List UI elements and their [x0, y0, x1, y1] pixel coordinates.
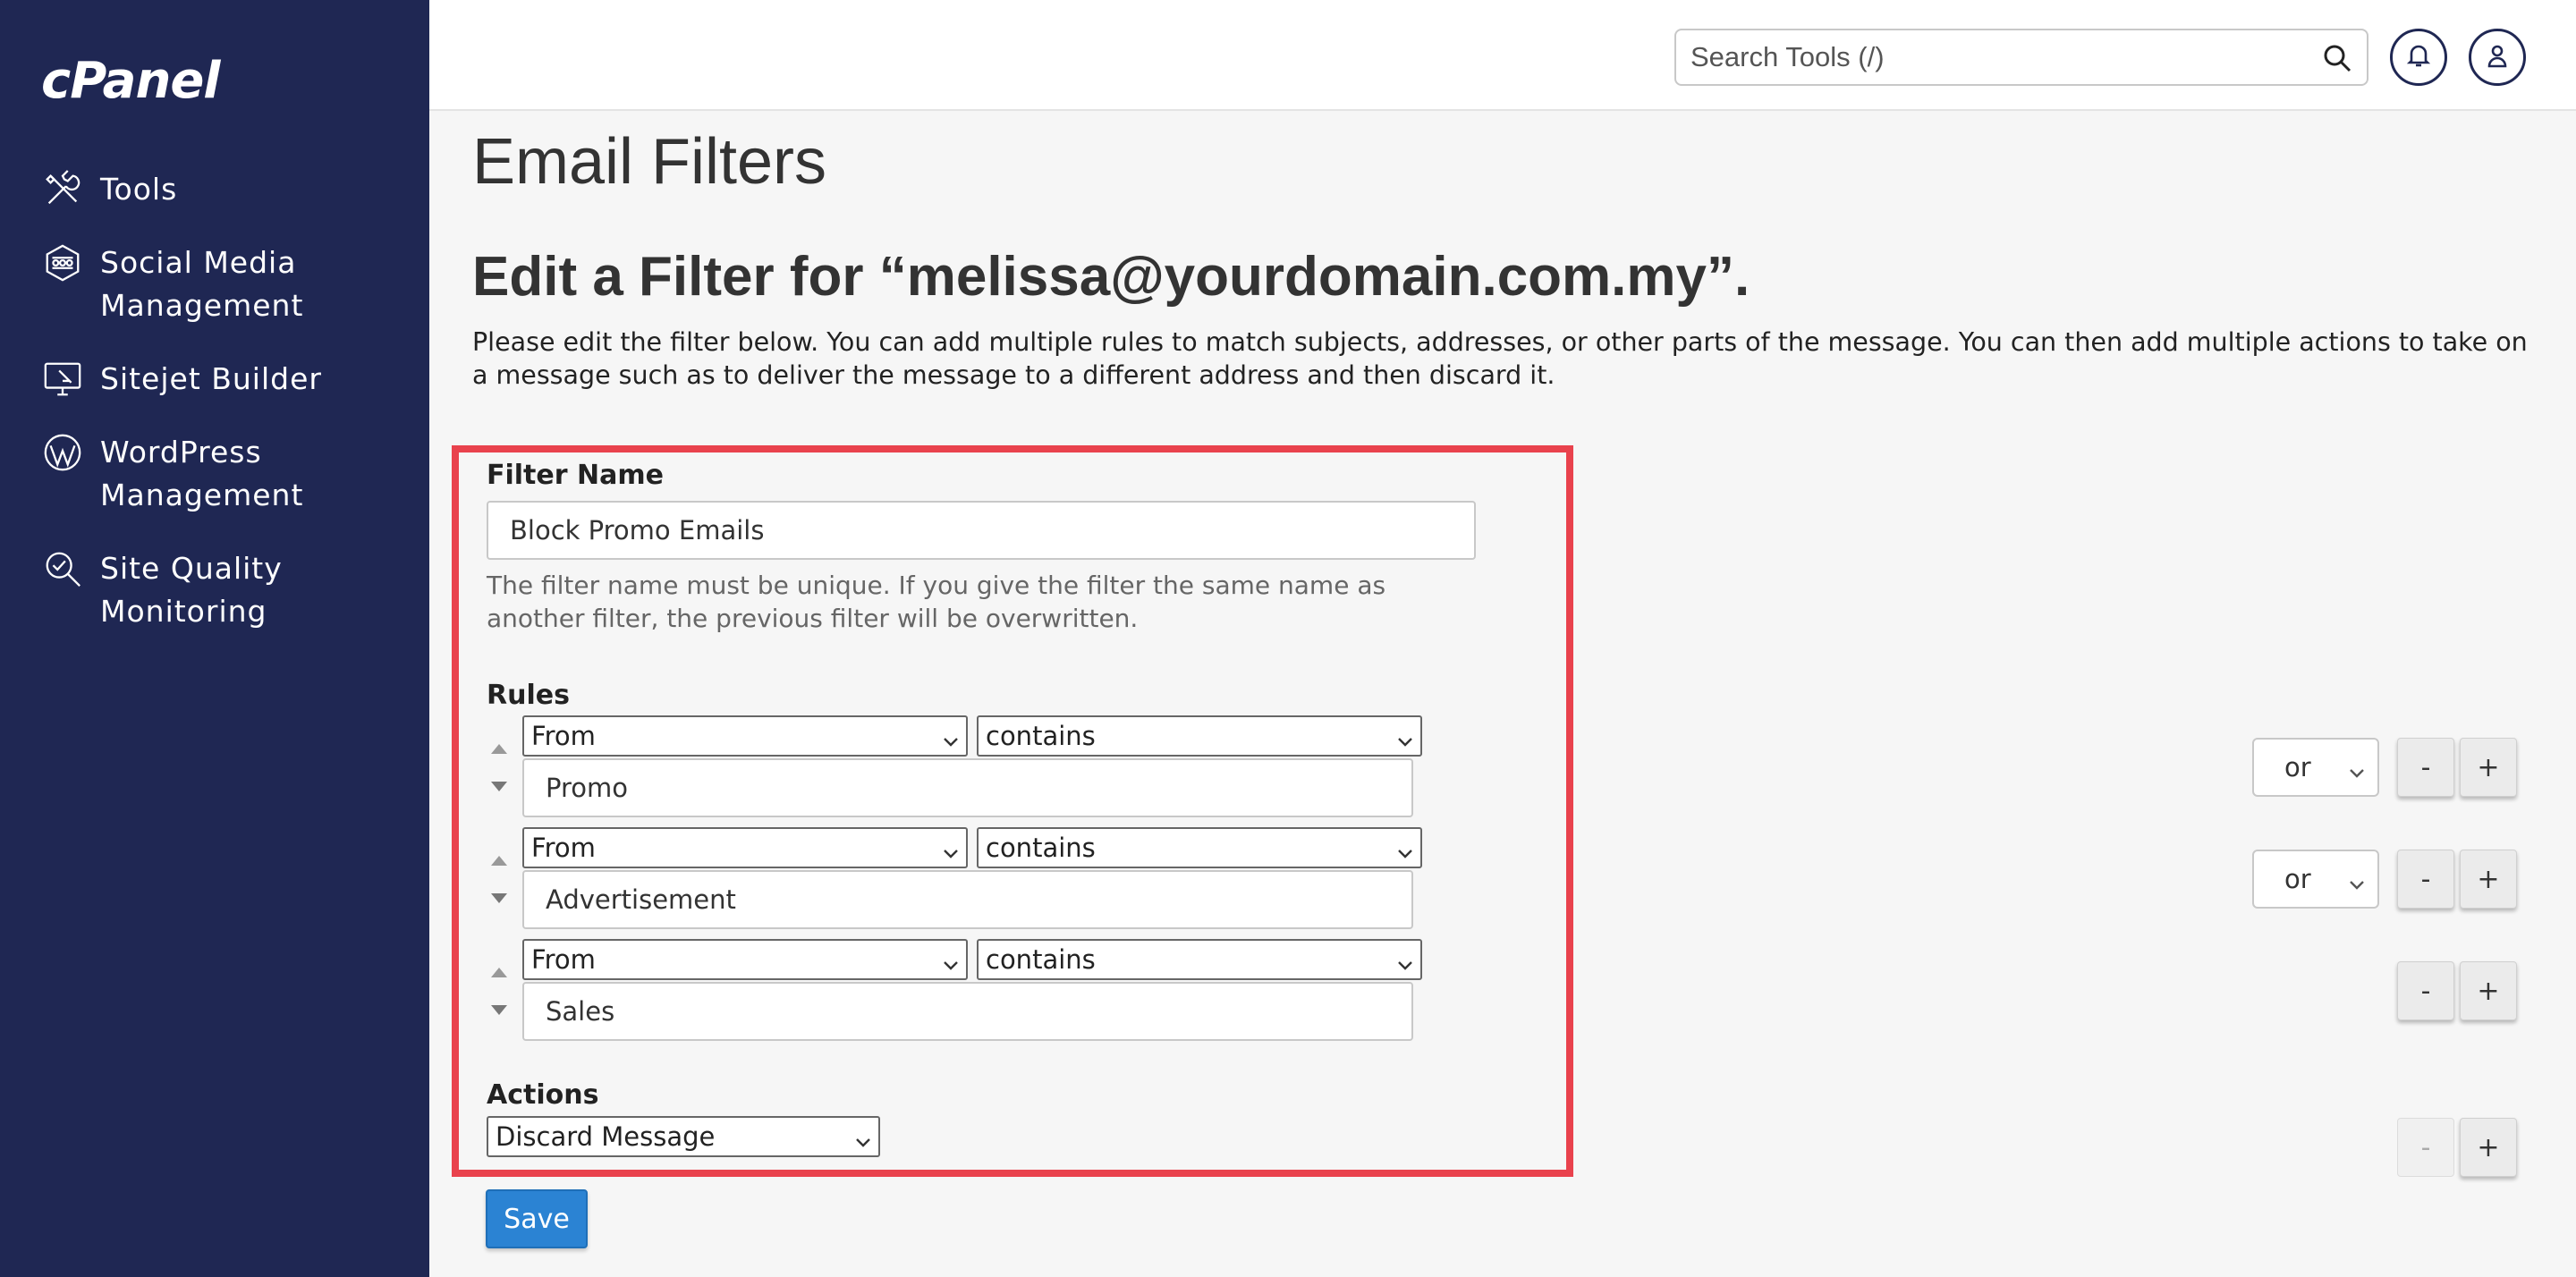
wordpress-icon	[41, 431, 84, 474]
actions-label: Actions	[487, 1079, 599, 1111]
user-menu-button[interactable]	[2469, 29, 2526, 86]
move-down-arrow[interactable]	[491, 1005, 507, 1015]
rule-field-select[interactable]: From	[522, 827, 968, 868]
chevron-down-icon	[941, 840, 961, 859]
remove-rule-button[interactable]: -	[2397, 738, 2454, 797]
sidebar-item-tools[interactable]: Tools	[41, 168, 417, 211]
section-title: Edit a Filter for “melissa@yourdomain.co…	[472, 246, 1750, 308]
sidebar-item-label: Sitejet Builder	[100, 361, 322, 396]
move-up-arrow[interactable]	[491, 968, 507, 977]
page-title: Email Filters	[472, 126, 827, 198]
remove-rule-button[interactable]: -	[2397, 961, 2454, 1020]
sitejet-icon	[41, 358, 84, 401]
move-up-arrow[interactable]	[491, 744, 507, 754]
filter-name-input[interactable]: Block Promo Emails	[487, 501, 1476, 560]
tools-icon	[41, 168, 84, 211]
search-icon[interactable]	[2322, 43, 2352, 73]
user-icon	[2484, 42, 2511, 72]
top-bar	[429, 0, 2576, 111]
bell-icon	[2405, 42, 2432, 72]
add-action-button[interactable]: +	[2460, 1118, 2517, 1177]
rules-label: Rules	[487, 680, 570, 711]
site-quality-icon	[41, 547, 84, 590]
cpanel-logo[interactable]: cPanel	[41, 52, 220, 110]
rule-operator-select[interactable]: contains	[977, 715, 1422, 757]
sidebar-item-label: WordPress Management	[100, 435, 304, 512]
rule-operator-select[interactable]: contains	[977, 939, 1422, 980]
rule-conjunction-select[interactable]: or	[2252, 738, 2379, 797]
sidebar-item-site-quality[interactable]: Site Quality Monitoring	[41, 547, 417, 633]
remove-action-button[interactable]: -	[2397, 1118, 2454, 1177]
sidebar-item-social-media[interactable]: Social Media Management	[41, 241, 417, 327]
rule-field-select[interactable]: From	[522, 715, 968, 757]
action-select[interactable]: Discard Message	[487, 1116, 880, 1157]
rule-field-select[interactable]: From	[522, 939, 968, 980]
social-media-icon	[41, 241, 84, 284]
chevron-down-icon	[2347, 759, 2367, 779]
sidebar-item-label: Social Media Management	[100, 245, 304, 323]
move-down-arrow[interactable]	[491, 893, 507, 903]
rule-conjunction-select[interactable]: or	[2252, 850, 2379, 909]
sidebar-item-label: Tools	[100, 172, 178, 207]
move-down-arrow[interactable]	[491, 782, 507, 791]
filter-name-help: The filter name must be unique. If you g…	[487, 571, 1386, 633]
sidebar-item-wordpress[interactable]: WordPress Management	[41, 431, 417, 517]
save-button[interactable]: Save	[486, 1189, 588, 1248]
chevron-down-icon	[1395, 840, 1415, 859]
sidebar-item-sitejet[interactable]: Sitejet Builder	[41, 358, 417, 401]
rule-value-input[interactable]: Advertisement	[522, 870, 1413, 929]
sidebar-nav: Tools Social Media Management Sitejet Bu…	[41, 168, 417, 664]
search-box[interactable]	[1674, 29, 2368, 86]
chevron-down-icon	[1395, 728, 1415, 748]
chevron-down-icon	[941, 728, 961, 748]
notifications-button[interactable]	[2390, 29, 2447, 86]
search-input[interactable]	[1690, 38, 2299, 77]
add-rule-button[interactable]: +	[2460, 850, 2517, 909]
move-up-arrow[interactable]	[491, 856, 507, 866]
add-rule-button[interactable]: +	[2460, 961, 2517, 1020]
sidebar-item-label: Site Quality Monitoring	[100, 551, 283, 629]
chevron-down-icon	[2347, 871, 2367, 891]
remove-rule-button[interactable]: -	[2397, 850, 2454, 909]
rule-value-input[interactable]: Promo	[522, 758, 1413, 817]
add-rule-button[interactable]: +	[2460, 738, 2517, 797]
chevron-down-icon	[941, 951, 961, 971]
sidebar: cPanel Tools Social Media Management Sit…	[0, 0, 429, 1277]
rule-value-input[interactable]: Sales	[522, 982, 1413, 1041]
page-description: Please edit the filter below. You can ad…	[472, 327, 2528, 390]
chevron-down-icon	[1395, 951, 1415, 971]
chevron-down-icon	[853, 1129, 873, 1148]
rule-operator-select[interactable]: contains	[977, 827, 1422, 868]
filter-name-label: Filter Name	[487, 460, 664, 491]
